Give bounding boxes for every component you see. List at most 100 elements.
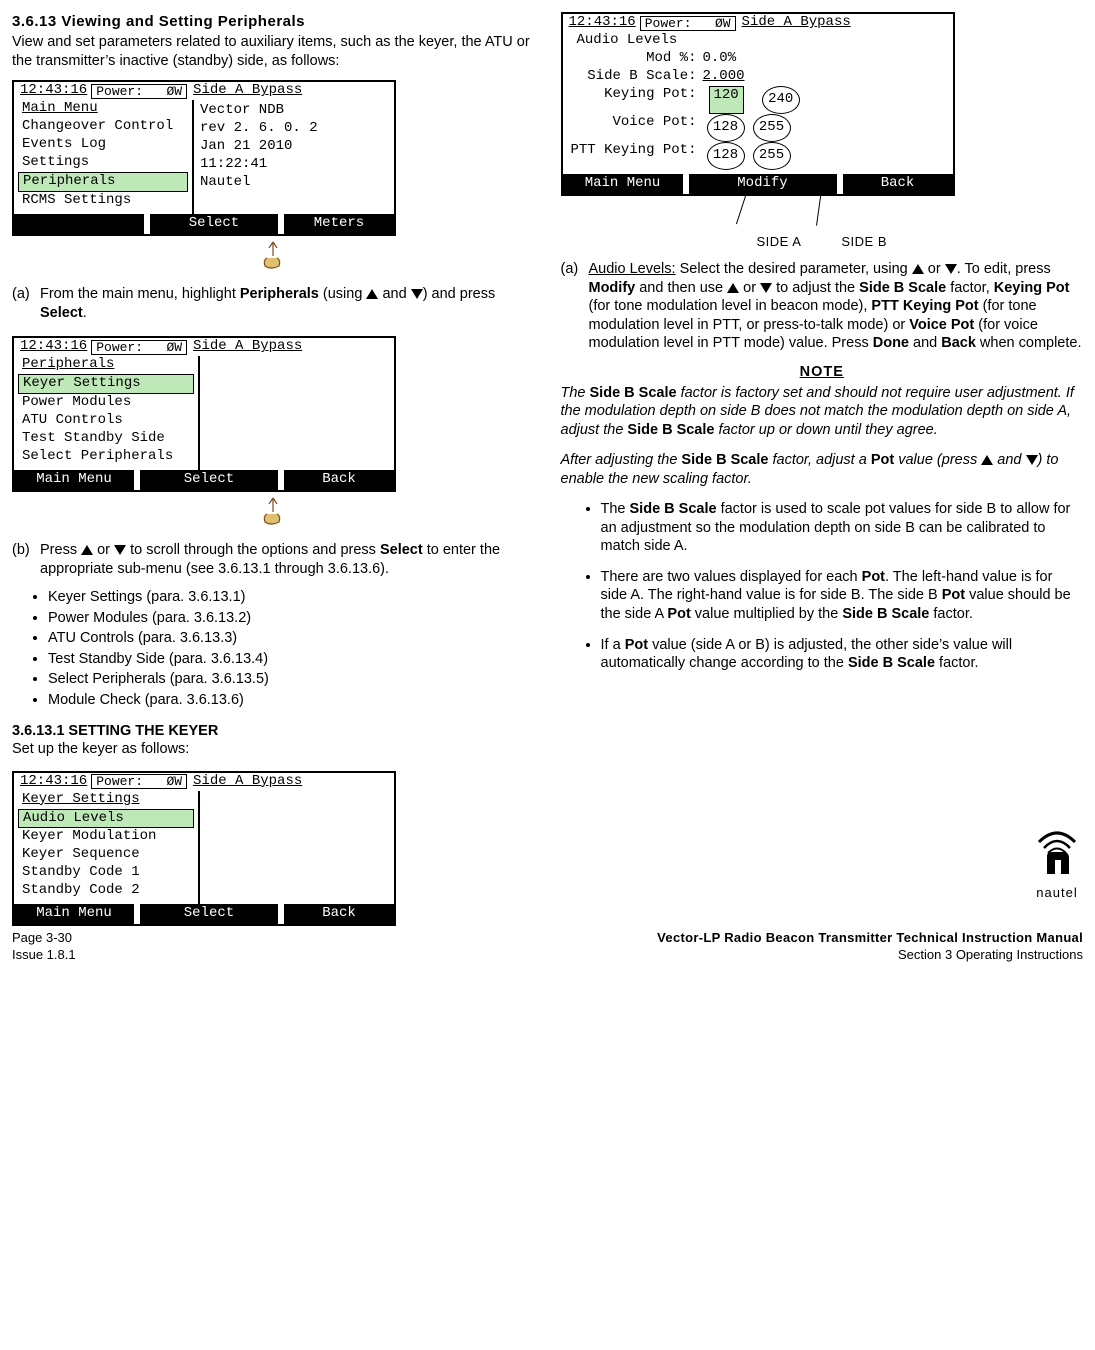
- li-text: factor.: [929, 606, 973, 622]
- audio-label: Side B Scale:: [569, 68, 703, 86]
- footer-issue: Issue 1.8.1: [12, 947, 76, 964]
- list-item: Test Standby Side (para. 3.6.13.4): [48, 650, 535, 669]
- note-heading: NOTE: [561, 363, 1084, 382]
- step-text: .: [83, 305, 87, 321]
- li-text: The: [601, 501, 630, 517]
- lcd-side-status: Side A Bypass: [193, 82, 302, 100]
- step-label: (a): [12, 285, 40, 322]
- li-text: value multiplied by the: [691, 606, 843, 622]
- lcd3-select-button[interactable]: Select: [140, 904, 278, 924]
- list-item: There are two values displayed for each …: [601, 568, 1084, 624]
- lcd-power-label: Power:: [645, 16, 692, 31]
- li-text: There are two values displayed for each: [601, 569, 862, 585]
- audio-value: 0.0%: [703, 50, 737, 68]
- step-text: or: [924, 261, 945, 277]
- step-text: when complete.: [976, 335, 1082, 351]
- li-bold: Pot: [942, 587, 965, 603]
- note-bold: Side B Scale: [681, 452, 768, 468]
- footer-manual-title: Vector-LP Radio Beacon Transmitter Techn…: [657, 930, 1083, 947]
- section-heading: 3.6.13 Viewing and Setting Peripherals: [12, 12, 535, 31]
- step-text: and then use: [635, 280, 727, 296]
- sub-menu-list: Keyer Settings (para. 3.6.13.1) Power Mo…: [12, 588, 535, 709]
- li-bold: Pot: [667, 606, 690, 622]
- note-block-1: The Side B Scale factor is factory set a…: [561, 384, 1084, 440]
- note-block-2: After adjusting the Side B Scale factor,…: [561, 451, 1084, 488]
- list-item: The Side B Scale factor is used to scale…: [601, 500, 1084, 556]
- side-a-label: SIDE A: [756, 234, 801, 251]
- audio-value-b: 255: [753, 114, 791, 142]
- lcd1-select-button[interactable]: Select: [150, 214, 278, 234]
- lcd-audio-levels: 12:43:16 Power: ØW Side A Bypass Audio L…: [561, 12, 955, 196]
- lcd2-title: Peripherals: [18, 356, 118, 372]
- lcd-power-label: Power:: [96, 340, 143, 355]
- step-bold: Select: [40, 305, 83, 321]
- lcd2-back-button[interactable]: Back: [284, 470, 394, 490]
- section-number: 3.6.13: [12, 13, 57, 30]
- step-text: and: [378, 286, 410, 302]
- step-text: (for tone modulation level in beacon mod…: [589, 298, 872, 314]
- side-labels: SIDE A SIDE B: [561, 234, 1084, 251]
- step-text: or: [93, 542, 114, 558]
- step-bold: Back: [941, 335, 976, 351]
- lcd4-back-button[interactable]: Back: [843, 174, 953, 194]
- lcd-time: 12:43:16: [20, 82, 87, 100]
- lcd1-info-line: Vector NDB: [200, 102, 388, 120]
- lcd3-mainmenu-button[interactable]: Main Menu: [14, 904, 134, 924]
- step-text: or: [739, 280, 760, 296]
- down-arrow-icon: [945, 264, 957, 274]
- lcd-side-status: Side A Bypass: [742, 14, 851, 32]
- lcd-keyer-settings: 12:43:16 Power: ØW Side A Bypass Keyer S…: [12, 771, 396, 926]
- pointing-hand-icon: [12, 496, 535, 532]
- lcd2-mainmenu-button[interactable]: Main Menu: [14, 470, 134, 490]
- li-bold: Side B Scale: [848, 655, 935, 671]
- up-arrow-icon: [366, 289, 378, 299]
- li-bold: Side B Scale: [630, 501, 717, 517]
- note-text: and: [993, 452, 1025, 468]
- page-footer: Page 3-30 Issue 1.8.1 Vector-LP Radio Be…: [12, 930, 1083, 963]
- lcd3-item: Keyer Sequence: [18, 846, 194, 864]
- lcd3-item-highlight: Audio Levels: [18, 809, 194, 829]
- step-bold: Select: [380, 542, 423, 558]
- section-title: Viewing and Setting Peripherals: [61, 13, 305, 30]
- lcd1-item: Settings: [18, 154, 188, 172]
- side-b-label: SIDE B: [841, 234, 887, 251]
- lcd1-info-line: rev 2. 6. 0. 2: [200, 120, 388, 138]
- lcd1-item: Changeover Control: [18, 118, 188, 136]
- lcd-side-status: Side A Bypass: [193, 338, 302, 356]
- lcd4-mainmenu-button[interactable]: Main Menu: [563, 174, 683, 194]
- step-text: to adjust the: [772, 280, 859, 296]
- li-bold: Pot: [625, 637, 648, 653]
- nautel-logo: nautel: [1029, 826, 1085, 902]
- lcd4-modify-button[interactable]: Modify: [689, 174, 837, 194]
- footer-page: Page 3-30: [12, 930, 76, 947]
- lcd3-item: Keyer Modulation: [18, 828, 194, 846]
- step-label: (a): [561, 260, 589, 353]
- step-text: ) and press: [423, 286, 496, 302]
- note-bold: Side B Scale: [590, 385, 677, 401]
- list-item: Power Modules (para. 3.6.13.2): [48, 609, 535, 628]
- list-item: Keyer Settings (para. 3.6.13.1): [48, 588, 535, 607]
- lcd2-select-button[interactable]: Select: [140, 470, 278, 490]
- lcd1-meters-button[interactable]: Meters: [284, 214, 394, 234]
- lcd-power-value: ØW: [166, 84, 182, 99]
- pointing-hand-icon: [12, 240, 535, 276]
- lcd-peripherals: 12:43:16 Power: ØW Side A Bypass Periphe…: [12, 336, 396, 491]
- lcd3-back-button[interactable]: Back: [284, 904, 394, 924]
- lcd-power-value: ØW: [715, 16, 731, 31]
- lcd1-item: Events Log: [18, 136, 188, 154]
- step-bold: Keying Pot: [994, 280, 1070, 296]
- down-arrow-icon: [760, 283, 772, 293]
- lcd-time: 12:43:16: [20, 773, 87, 791]
- audio-value-b: 255: [753, 142, 791, 170]
- subsection-heading: 3.6.13.1 SETTING THE KEYER: [12, 722, 535, 741]
- lcd1-item-highlight: Peripherals: [18, 172, 188, 192]
- audio-value-b: 240: [762, 86, 800, 114]
- step-underline: Audio Levels:: [589, 261, 676, 277]
- step-text: Press: [40, 542, 81, 558]
- lcd-time: 12:43:16: [20, 338, 87, 356]
- step-text: to scroll through the options and press: [126, 542, 380, 558]
- lcd3-title: Keyer Settings: [18, 791, 144, 807]
- subsection-text: Set up the keyer as follows:: [12, 740, 535, 759]
- lcd1-info-line: Nautel: [200, 174, 388, 192]
- li-bold: Pot: [862, 569, 885, 585]
